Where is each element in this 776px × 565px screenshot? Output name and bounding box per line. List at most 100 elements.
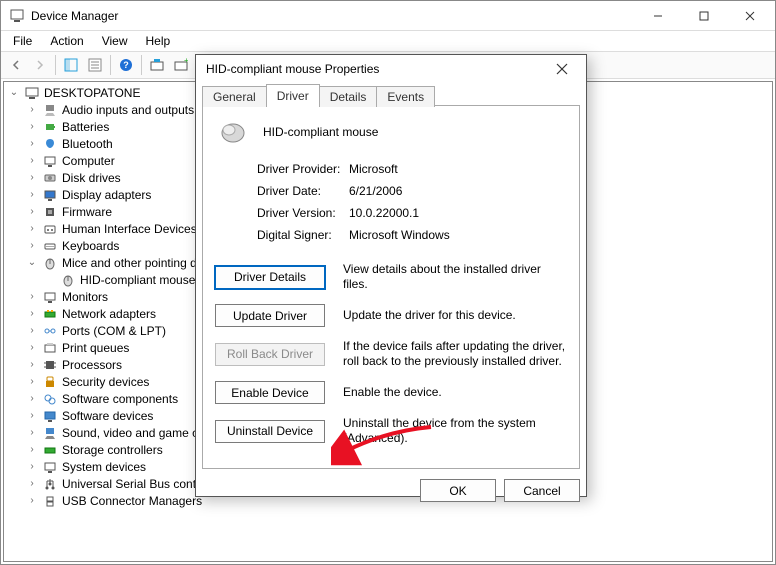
enable-device-button[interactable]: Enable Device bbox=[215, 381, 325, 404]
tree-category-label: USB Connector Managers bbox=[62, 494, 202, 508]
expand-icon[interactable]: › bbox=[26, 104, 38, 115]
menubar: File Action View Help bbox=[1, 31, 775, 51]
uninstall-device-button[interactable]: Uninstall Device bbox=[215, 420, 325, 443]
tree-category-label: Keyboards bbox=[62, 239, 119, 253]
ok-button[interactable]: OK bbox=[420, 479, 496, 502]
tree-category-label: System devices bbox=[62, 460, 146, 474]
menu-action[interactable]: Action bbox=[42, 32, 91, 50]
toolbar-separator bbox=[141, 55, 142, 75]
titlebar: Device Manager bbox=[1, 1, 775, 31]
driver-details-button[interactable]: Driver Details bbox=[215, 266, 325, 289]
collapse-icon[interactable]: ⌄ bbox=[26, 257, 38, 268]
signer-label: Digital Signer: bbox=[257, 228, 349, 242]
collapse-icon[interactable]: ⌄ bbox=[8, 87, 20, 98]
category-icon bbox=[42, 221, 58, 237]
computer-icon bbox=[24, 85, 40, 101]
category-icon bbox=[42, 476, 58, 492]
expand-icon[interactable]: › bbox=[26, 223, 38, 234]
category-icon bbox=[42, 187, 58, 203]
menu-view[interactable]: View bbox=[94, 32, 136, 50]
expand-icon[interactable]: › bbox=[26, 155, 38, 166]
update-driver-button[interactable]: Update Driver bbox=[215, 304, 325, 327]
expand-icon[interactable]: › bbox=[26, 172, 38, 183]
tree-category-label: Audio inputs and outputs bbox=[62, 103, 194, 117]
mouse-icon bbox=[217, 120, 249, 144]
menu-help[interactable]: Help bbox=[138, 32, 179, 50]
expand-icon[interactable]: › bbox=[26, 240, 38, 251]
category-icon bbox=[42, 102, 58, 118]
tabpage-driver: HID-compliant mouse Driver Provider:Micr… bbox=[202, 105, 580, 469]
tree-root-label: DESKTOPATONE bbox=[44, 86, 140, 100]
expand-icon[interactable]: › bbox=[26, 427, 38, 438]
category-icon bbox=[42, 425, 58, 441]
tab-events[interactable]: Events bbox=[376, 86, 435, 107]
roll-back-driver-desc: If the device fails after updating the d… bbox=[343, 339, 567, 369]
tree-category-label: Bluetooth bbox=[62, 137, 113, 151]
category-icon bbox=[42, 340, 58, 356]
menu-file[interactable]: File bbox=[5, 32, 40, 50]
tree-category-label: Firmware bbox=[62, 205, 112, 219]
tree-category-label: Network adapters bbox=[62, 307, 156, 321]
forward-button[interactable] bbox=[29, 54, 51, 76]
category-icon bbox=[42, 306, 58, 322]
maximize-button[interactable] bbox=[681, 1, 727, 31]
expand-icon[interactable]: › bbox=[26, 410, 38, 421]
device-name: HID-compliant mouse bbox=[263, 125, 378, 139]
device-header: HID-compliant mouse bbox=[217, 120, 565, 144]
expand-icon[interactable]: › bbox=[26, 189, 38, 200]
tree-category-label: Monitors bbox=[62, 290, 108, 304]
expand-icon[interactable]: › bbox=[26, 461, 38, 472]
dialog-tabs: General Driver Details Events bbox=[196, 83, 586, 105]
tab-general[interactable]: General bbox=[202, 86, 267, 107]
tree-category-label: Security devices bbox=[62, 375, 149, 389]
uninstall-device-desc: Uninstall the device from the system (Ad… bbox=[343, 416, 567, 446]
tree-category-label: Storage controllers bbox=[62, 443, 163, 457]
expand-icon[interactable]: › bbox=[26, 478, 38, 489]
toolbar-separator bbox=[55, 55, 56, 75]
minimize-button[interactable] bbox=[635, 1, 681, 31]
tree-category-label: Software components bbox=[62, 392, 178, 406]
show-hide-console-tree-icon[interactable] bbox=[60, 54, 82, 76]
scan-hardware-icon[interactable] bbox=[146, 54, 168, 76]
tab-details[interactable]: Details bbox=[319, 86, 378, 107]
expand-icon[interactable]: › bbox=[26, 393, 38, 404]
expand-icon[interactable]: › bbox=[26, 206, 38, 217]
date-label: Driver Date: bbox=[257, 184, 349, 198]
tab-driver[interactable]: Driver bbox=[266, 84, 320, 106]
cancel-button[interactable]: Cancel bbox=[504, 479, 580, 502]
category-icon bbox=[42, 408, 58, 424]
properties-icon[interactable] bbox=[84, 54, 106, 76]
expand-icon[interactable]: › bbox=[26, 308, 38, 319]
tree-category-label: Ports (COM & LPT) bbox=[62, 324, 166, 338]
back-button[interactable] bbox=[5, 54, 27, 76]
category-icon bbox=[42, 238, 58, 254]
category-icon bbox=[42, 357, 58, 373]
window-title: Device Manager bbox=[31, 9, 635, 23]
signer-value: Microsoft Windows bbox=[349, 228, 450, 242]
expand-icon[interactable]: › bbox=[26, 291, 38, 302]
dialog-close-button[interactable] bbox=[542, 55, 582, 83]
expand-icon[interactable]: › bbox=[26, 138, 38, 149]
tree-category-label: Software devices bbox=[62, 409, 153, 423]
expand-icon[interactable]: › bbox=[26, 444, 38, 455]
version-label: Driver Version: bbox=[257, 206, 349, 220]
category-icon bbox=[42, 493, 58, 509]
add-legacy-hardware-icon[interactable]: + bbox=[170, 54, 192, 76]
category-icon bbox=[42, 442, 58, 458]
dialog-actions: OK Cancel bbox=[196, 475, 586, 510]
category-icon bbox=[42, 289, 58, 305]
expand-icon[interactable]: › bbox=[26, 325, 38, 336]
expand-icon[interactable]: › bbox=[26, 376, 38, 387]
toolbar-separator bbox=[110, 55, 111, 75]
enable-device-desc: Enable the device. bbox=[343, 385, 567, 400]
expand-icon[interactable]: › bbox=[26, 495, 38, 506]
expand-icon[interactable]: › bbox=[26, 342, 38, 353]
category-icon bbox=[42, 136, 58, 152]
close-button[interactable] bbox=[727, 1, 773, 31]
dialog-titlebar: HID-compliant mouse Properties bbox=[196, 55, 586, 83]
expand-icon[interactable]: › bbox=[26, 121, 38, 132]
category-icon bbox=[42, 459, 58, 475]
update-driver-desc: Update the driver for this device. bbox=[343, 308, 567, 323]
expand-icon[interactable]: › bbox=[26, 359, 38, 370]
help-icon[interactable]: ? bbox=[115, 54, 137, 76]
